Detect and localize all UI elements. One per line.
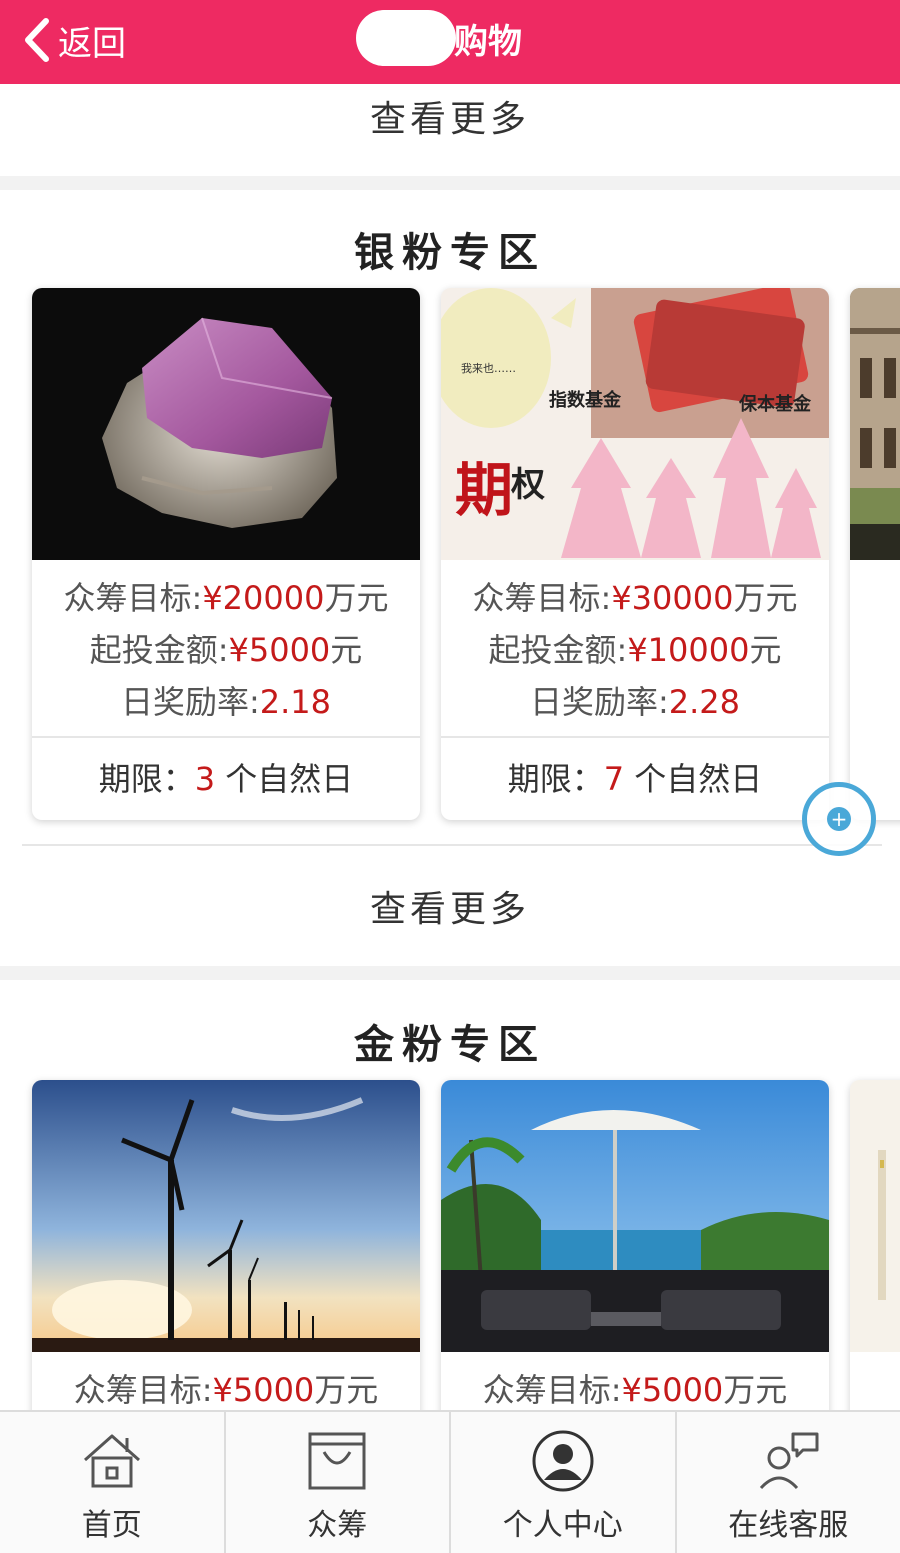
svg-text:权: 权: [510, 465, 545, 505]
svg-text:我来也……: 我来也……: [461, 362, 516, 375]
user-icon: [532, 1430, 594, 1492]
card-details: 众筹目标:¥5000万元: [441, 1352, 829, 1410]
product-card[interactable]: 我来也…… 指数基金 保本基金 期 权 众筹目标:¥30000万元 起投金额:¥…: [441, 288, 829, 820]
product-card-peek[interactable]: [850, 1080, 900, 1410]
daily-reward-rate: 日奖励率:2.18: [120, 683, 332, 721]
tab-label: 个人中心: [502, 1508, 623, 1543]
tab-label: 在线客服: [728, 1508, 849, 1543]
bottom-tab-bar: 首页 众筹 个人中心 在线客服: [0, 1410, 900, 1553]
product-image-wind-turbines: [32, 1080, 420, 1352]
product-card-peek[interactable]: [850, 288, 900, 820]
top-nav-bar: 返回 购物: [0, 0, 900, 84]
tab-online-support[interactable]: 在线客服: [674, 1412, 900, 1553]
product-image-villa-pool: [441, 1080, 829, 1352]
product-card[interactable]: 众筹目标:¥20000万元 起投金额:¥5000元 日奖励率:2.18 期限：3…: [32, 288, 420, 820]
product-image-funds: 我来也…… 指数基金 保本基金 期 权: [441, 288, 829, 560]
scroll-content[interactable]: 查看更多 银粉专区 众筹目标:¥20000万元 起投金额:¥5000元 日奖励率…: [0, 84, 900, 1410]
svg-text:保本基金: 保本基金: [738, 393, 812, 415]
product-image-crystal: [32, 288, 420, 560]
chevron-left-icon: [25, 18, 49, 62]
funding-target: 众筹目标:¥5000万元: [73, 1371, 379, 1409]
section-title-silver: 银粉专区: [354, 230, 546, 276]
section-title-gold: 金粉专区: [354, 1022, 546, 1068]
card-details: 众筹目标:¥5000万元: [32, 1352, 420, 1410]
funding-target: 众筹目标:¥5000万元: [482, 1371, 788, 1409]
tab-home[interactable]: 首页: [0, 1412, 224, 1553]
min-investment: 起投金额:¥10000元: [488, 631, 782, 669]
daily-reward-rate: 日奖励率:2.28: [529, 683, 741, 721]
view-more-link-top[interactable]: 查看更多: [0, 90, 900, 142]
card-details: 众筹目标:¥30000万元 起投金额:¥10000元 日奖励率:2.28: [441, 560, 829, 728]
back-label: 返回: [58, 23, 126, 64]
plus-icon: +: [827, 807, 851, 831]
back-button[interactable]: 返回: [22, 12, 126, 68]
product-card[interactable]: 众筹目标:¥5000万元: [441, 1080, 829, 1410]
floating-action-button[interactable]: +: [802, 782, 876, 856]
card-term: 期限：3 个自然日: [32, 736, 420, 820]
bag-icon: [308, 1432, 366, 1490]
page-title-wrap: 购物: [356, 8, 522, 68]
min-investment: 起投金额:¥5000元: [89, 631, 363, 669]
card-term: 期限：7 个自然日: [441, 736, 829, 820]
product-card[interactable]: 众筹目标:¥5000万元: [32, 1080, 420, 1410]
tab-crowdfunding[interactable]: 众筹: [223, 1412, 450, 1553]
funding-target: 众筹目标:¥30000万元: [472, 579, 798, 617]
product-image-building: [850, 288, 900, 560]
redacted-title-mark: [356, 10, 456, 66]
section-divider: [22, 844, 882, 846]
tab-label: 首页: [81, 1508, 142, 1543]
page-title: 购物: [454, 21, 522, 62]
support-chat-icon: [760, 1432, 819, 1490]
product-image-peek: [850, 1080, 900, 1352]
funding-target: 众筹目标:¥20000万元: [63, 579, 389, 617]
svg-text:指数基金: 指数基金: [549, 389, 622, 411]
tab-profile[interactable]: 个人中心: [449, 1412, 675, 1553]
section-separator: [0, 966, 900, 980]
home-icon: [83, 1434, 140, 1488]
view-more-link-silver[interactable]: 查看更多: [0, 880, 900, 932]
tab-label: 众筹: [307, 1508, 368, 1543]
section-separator: [0, 176, 900, 190]
svg-text:期: 期: [455, 456, 513, 524]
card-details: 众筹目标:¥20000万元 起投金额:¥5000元 日奖励率:2.18: [32, 560, 420, 728]
